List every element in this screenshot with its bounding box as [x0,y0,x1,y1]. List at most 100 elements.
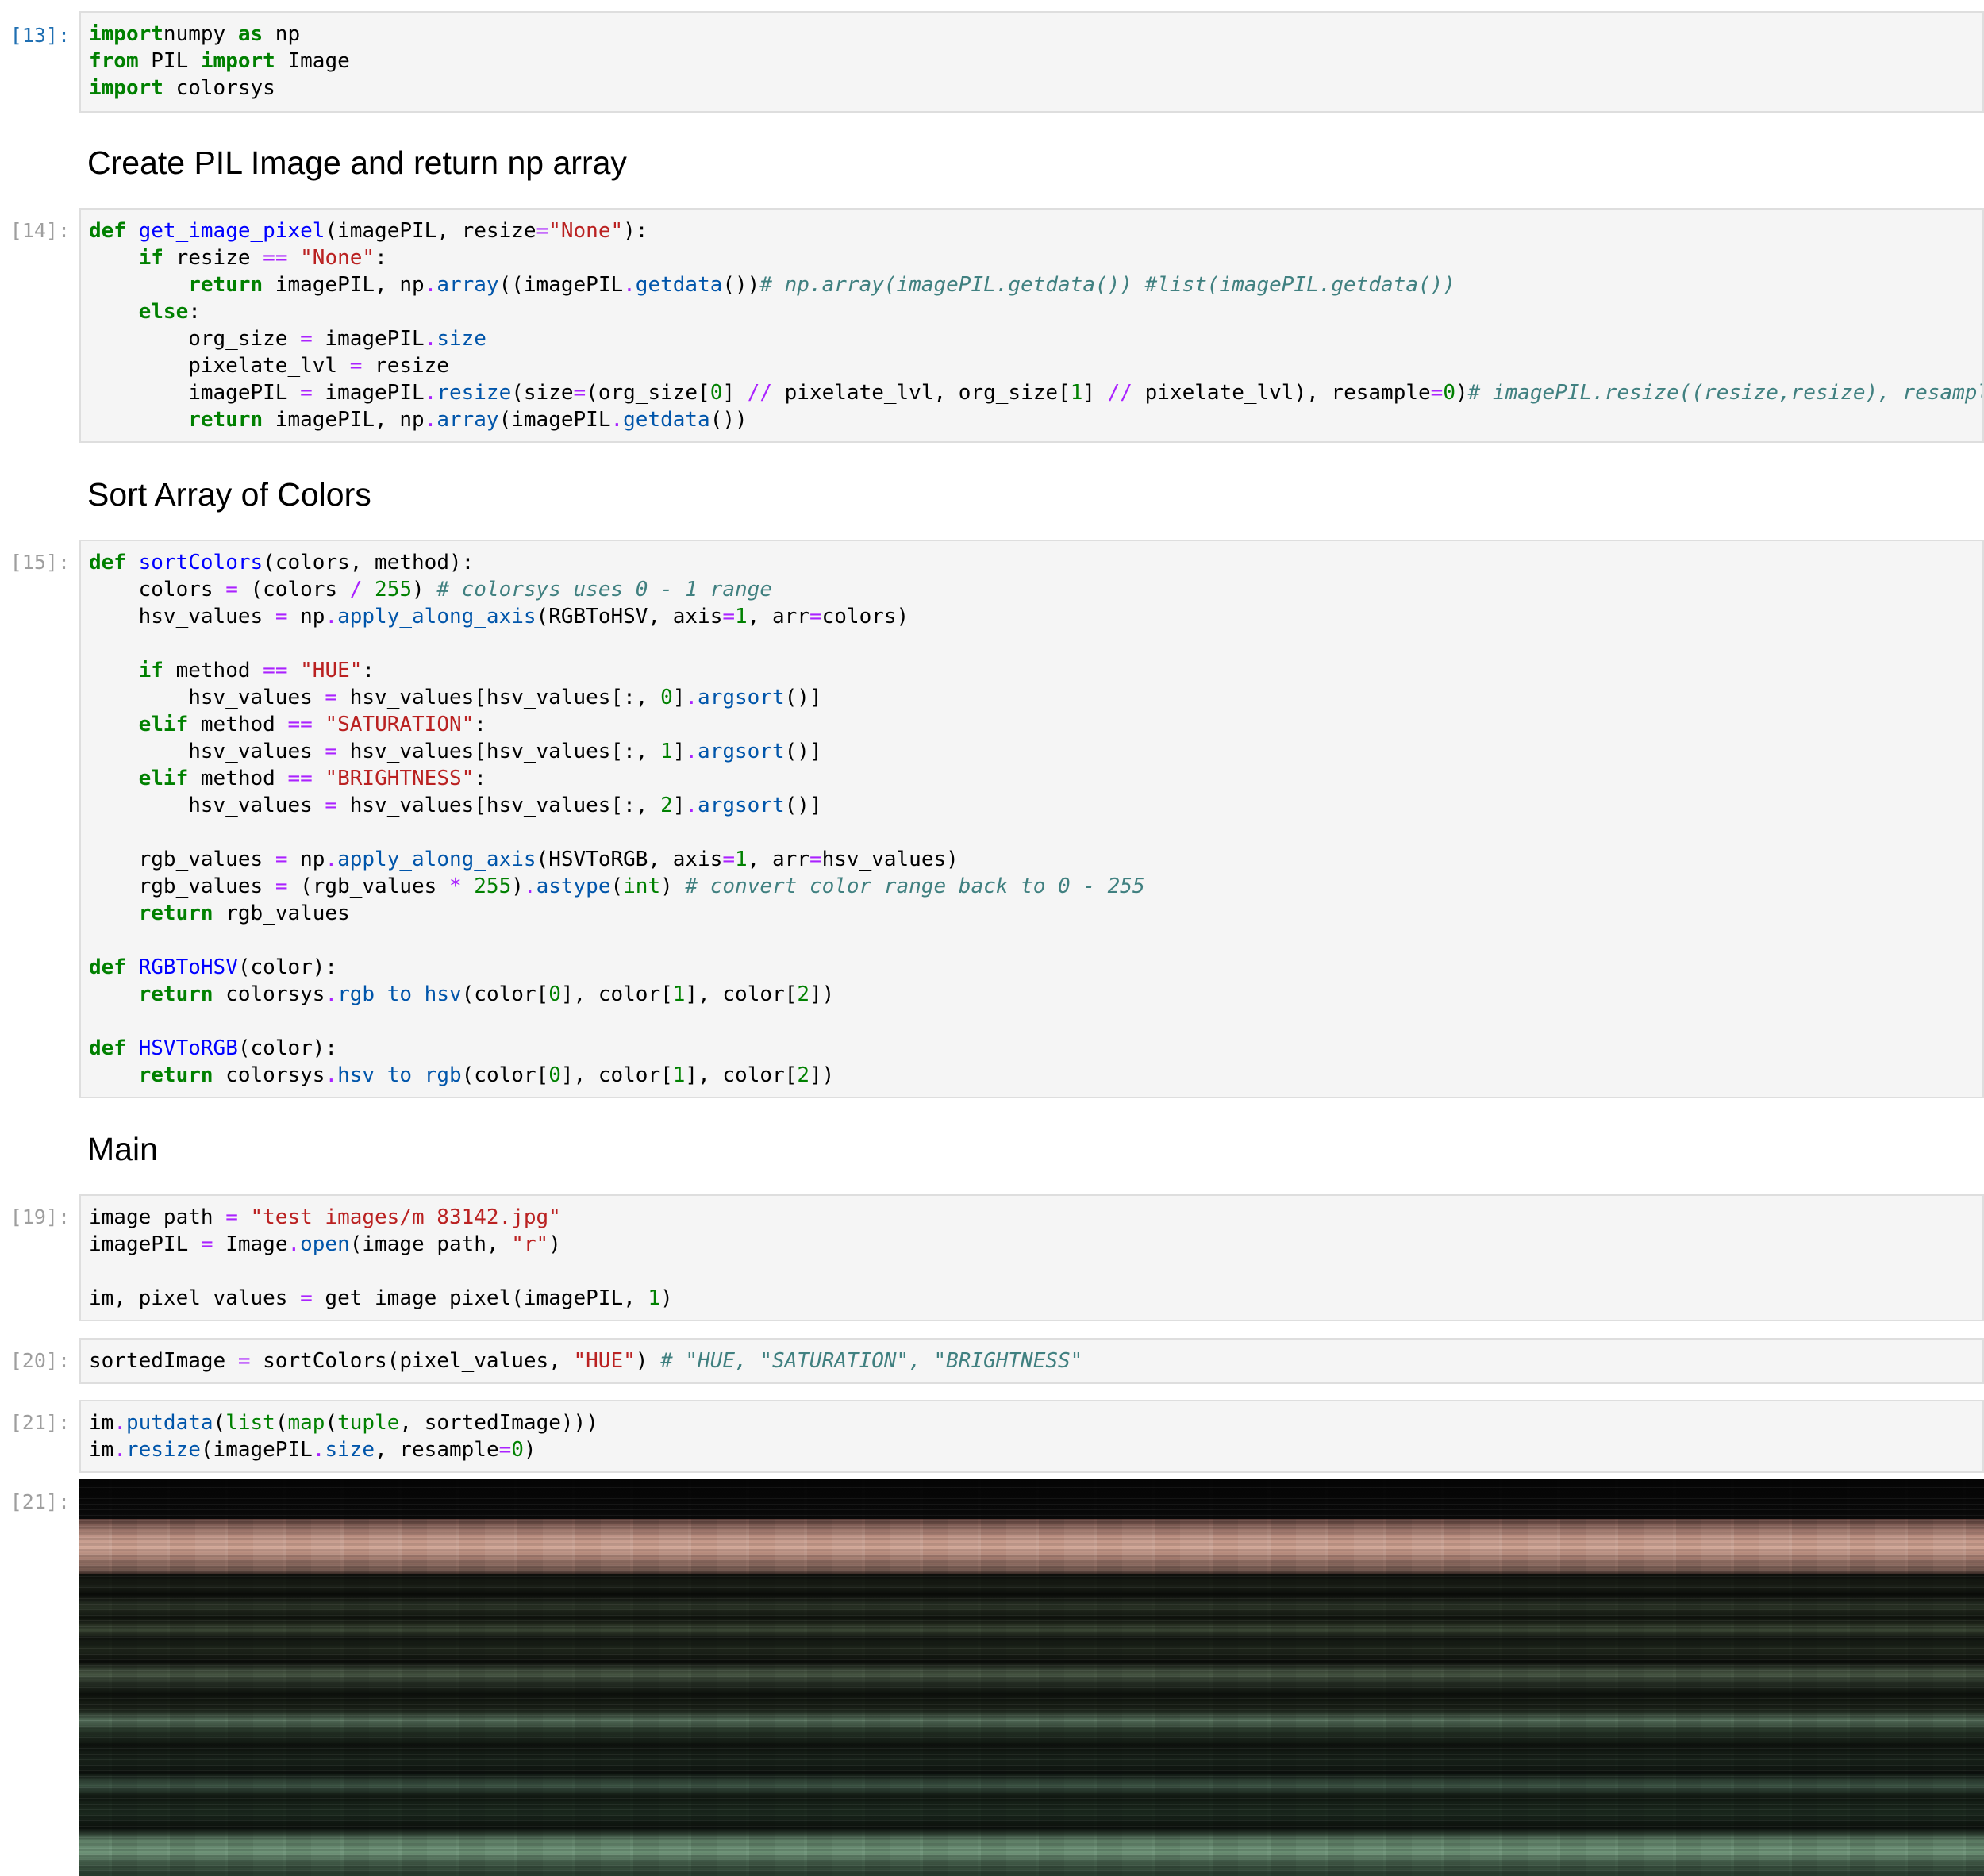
code-text[interactable]: def sortColors(colors, method): colors =… [89,549,1982,1089]
code-editor[interactable]: def get_image_pixel(imagePIL, resize="No… [79,208,1984,443]
code-token: resize [362,354,449,378]
code-token: . [685,794,698,817]
code-text[interactable]: image_path = "test_images/m_83142.jpg" i… [89,1204,1982,1312]
code-token: tuple [337,1411,400,1435]
code-token: import [200,49,275,73]
code-token: 0 [709,381,723,405]
code-token: return [188,273,263,297]
code-token: im [89,1411,114,1435]
code-token: method [188,713,288,736]
code-token: 2 [797,982,809,1006]
code-line: sortedImage = sortColors(pixel_values, "… [89,1349,1082,1373]
code-token: ) [511,875,524,898]
code-token: def [89,955,126,979]
code-token: resize [163,246,263,270]
code-token: apply_along_axis [337,848,536,871]
code-line: else: [89,300,201,324]
code-token: . [424,327,437,351]
code-token: : [188,300,201,324]
code-token: 1 [1070,381,1083,405]
code-token: . [424,381,437,405]
code-token: apply_along_axis [337,605,536,629]
code-token: == [263,246,288,270]
markdown-heading: Main [87,1131,158,1167]
code-token: imagePIL [89,381,301,405]
code-token: // [747,381,772,405]
code-token: hsv_values) [821,848,959,871]
code-text[interactable]: importnumpy as np from PIL import Image … [89,21,1982,102]
code-token: putdata [125,1411,213,1435]
code-editor[interactable]: image_path = "test_images/m_83142.jpg" i… [79,1194,1984,1321]
code-token: ()] [784,794,822,817]
code-token: ) [548,1232,561,1256]
code-token: . [424,408,437,432]
code-token: int [623,875,661,898]
code-token: rgb_to_hsv [337,982,462,1006]
code-line: return imagePIL, np.array((imagePIL.getd… [89,273,1455,297]
code-token: (imagePIL [498,408,611,432]
code-token: hsv_values [89,794,325,817]
code-token: list [225,1411,275,1435]
code-token: imagePIL [312,381,425,405]
code-token: return [138,901,213,925]
code-token: ()) [709,408,748,432]
code-line: return colorsys.rgb_to_hsv(color[0], col… [89,982,835,1006]
code-text[interactable]: def get_image_pixel(imagePIL, resize="No… [89,217,1982,433]
code-token: Image [275,49,350,73]
code-token: = [300,1286,313,1310]
code-line: colors = (colors / 255) # colorsys uses … [89,578,772,602]
code-token: return [188,408,263,432]
code-token: astype [536,875,611,898]
code-token: , arr [747,605,809,629]
code-token: = [325,686,338,709]
code-token: . [424,273,437,297]
code-line: import colorsys [89,76,275,100]
code-token: 1 [672,1063,686,1087]
code-token: "SATURATION" [325,713,475,736]
code-token: colors [89,578,226,602]
code-token: ( [325,1411,338,1435]
code-editor[interactable]: sortedImage = sortColors(pixel_values, "… [79,1338,1984,1384]
code-token: = [225,1205,238,1229]
code-token: 2 [797,1063,809,1087]
code-token: elif [138,713,189,736]
code-token: colors) [821,605,909,629]
code-token: ], color[ [560,1063,673,1087]
code-line: rgb_values = (rgb_values * 255).astype(i… [89,875,1145,898]
output-image [79,1479,1984,1876]
code-line: image_path = "test_images/m_83142.jpg" [89,1205,561,1229]
code-token: / [349,578,363,602]
code-token: : [474,713,486,736]
cell-prompt: [13]: [10,24,70,47]
code-token: hsv_values[hsv_values[:, [337,794,661,817]
code-token: = [809,605,822,629]
code-token: if [138,659,163,682]
code-line: im, pixel_values = get_image_pixel(image… [89,1286,673,1310]
code-line: return imagePIL, np.array(imagePIL.getda… [89,408,748,432]
code-token: 255 [474,875,512,898]
code-token: method [163,659,263,682]
code-token: = [722,848,736,871]
code-token: ()) [722,273,760,297]
code-text[interactable]: sortedImage = sortColors(pixel_values, "… [89,1347,1982,1374]
code-editor[interactable]: def sortColors(colors, method): colors =… [79,540,1984,1098]
code-token: . [113,1411,126,1435]
output-image-texture-vertical [79,1479,1984,1876]
code-token: rgb_values [89,875,275,898]
code-token: : [375,246,387,270]
code-token: return [138,982,213,1006]
code-text[interactable]: im.putdata(list(map(tuple, sortedImage))… [89,1409,1982,1463]
code-token: Image [213,1232,288,1256]
code-token: ) [660,875,686,898]
code-editor[interactable]: importnumpy as np from PIL import Image … [79,11,1984,113]
code-token: pixelate_lvl), resample [1132,381,1431,405]
cell-prompt: [14]: [10,219,70,242]
code-token: ()] [784,740,822,763]
code-token: ] [672,686,686,709]
code-editor[interactable]: im.putdata(list(map(tuple, sortedImage))… [79,1400,1984,1473]
code-token: imagePIL [89,1232,201,1256]
